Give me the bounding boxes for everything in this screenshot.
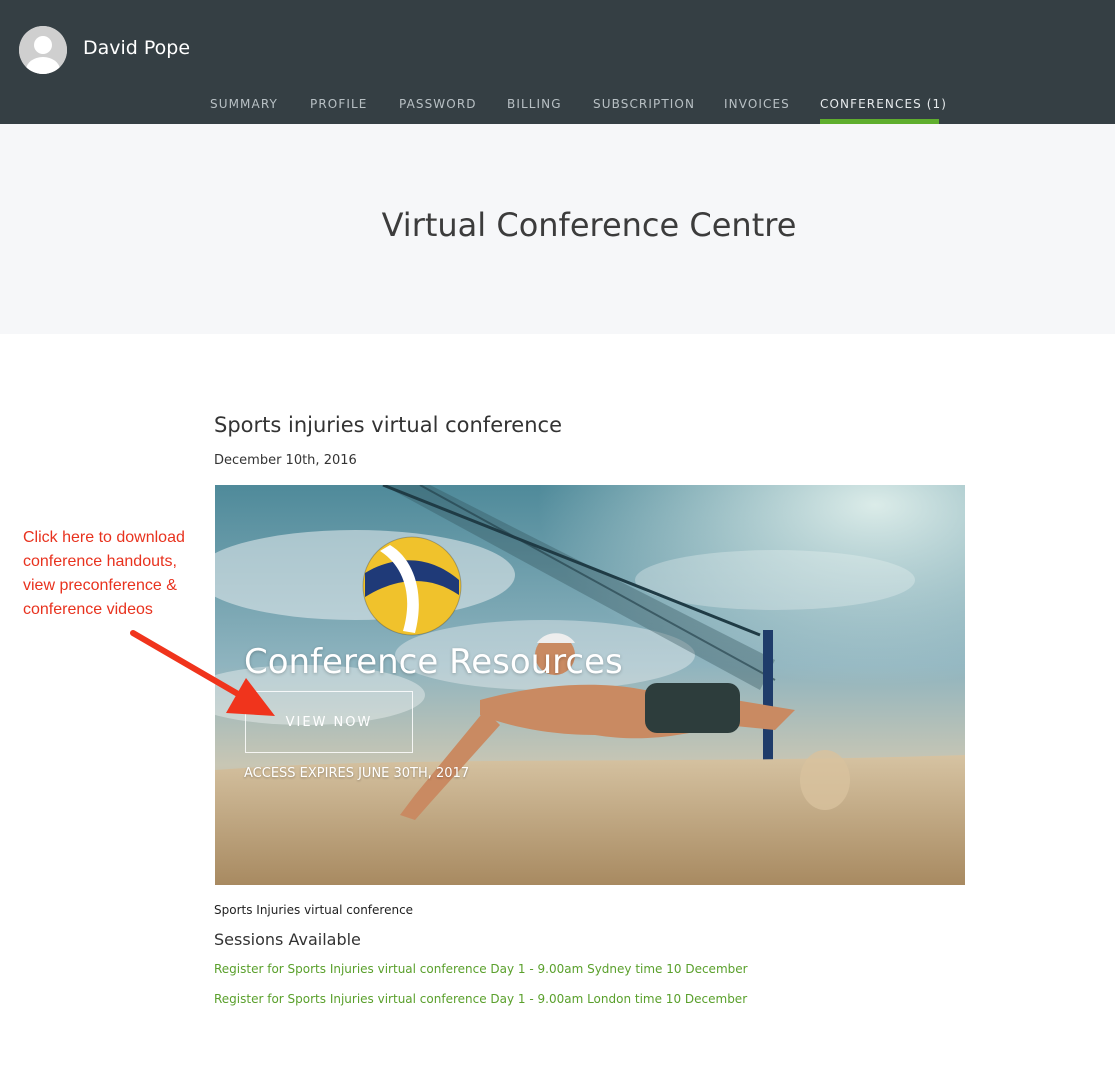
tab-subscription[interactable]: SUBSCRIPTION: [593, 97, 695, 124]
conference-title: Sports injuries virtual conference: [214, 413, 562, 437]
sessions-heading: Sessions Available: [214, 930, 361, 949]
session-link-london[interactable]: Register for Sports Injuries virtual con…: [214, 992, 747, 1006]
tab-invoices[interactable]: INVOICES: [724, 97, 790, 124]
annotation-line: conference videos: [23, 601, 153, 618]
view-now-button[interactable]: VIEW NOW: [245, 691, 413, 753]
conference-resources-banner: Conference Resources VIEW NOW ACCESS EXP…: [215, 485, 965, 885]
access-expiry-text: ACCESS EXPIRES JUNE 30TH, 2017: [244, 766, 470, 781]
tab-profile[interactable]: PROFILE: [310, 97, 367, 124]
user-name: David Pope: [83, 37, 191, 59]
user-avatar-icon[interactable]: [19, 26, 67, 74]
tab-summary[interactable]: SUMMARY: [210, 97, 278, 124]
session-link-sydney[interactable]: Register for Sports Injuries virtual con…: [214, 962, 748, 976]
annotation-line: conference handouts,: [23, 553, 177, 570]
conference-caption: Sports Injuries virtual conference: [214, 903, 414, 917]
annotation-line: view preconference &: [23, 577, 177, 594]
account-nav: SUMMARY PROFILE PASSWORD BILLING SUBSCRI…: [0, 97, 1115, 124]
beach-volleyball-image: [215, 485, 965, 885]
tab-billing[interactable]: BILLING: [507, 97, 562, 124]
annotation-line: Click here to download: [23, 529, 185, 546]
hero-section: Virtual Conference Centre: [0, 124, 1115, 334]
annotation-callout: Click here to download conference handou…: [23, 526, 223, 622]
page-title: Virtual Conference Centre: [381, 206, 797, 244]
conference-date: December 10th, 2016: [214, 453, 357, 468]
tab-password[interactable]: PASSWORD: [399, 97, 477, 124]
banner-heading: Conference Resources: [244, 642, 623, 682]
